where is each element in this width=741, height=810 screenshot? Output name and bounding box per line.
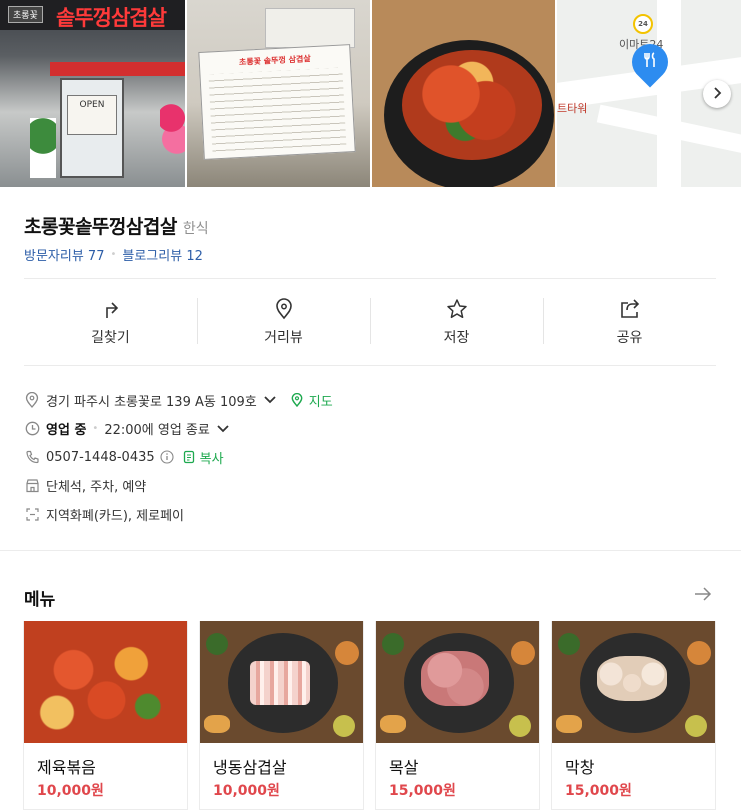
address-row: 경기 파주시 초롱꽃로 139 A동 109호 지도 [24, 386, 716, 415]
menu-card[interactable]: 제육볶음 10,000원 [23, 621, 188, 810]
menu-name: 막창 [565, 758, 595, 777]
menu-card[interactable]: 냉동삼겹살 10,000원 [199, 621, 364, 810]
address-text: 경기 파주시 초롱꽃로 139 A동 109호 [46, 394, 257, 410]
menu-card[interactable]: 막창 15,000원 [551, 621, 716, 810]
menu-price: 15,000원 [389, 783, 456, 799]
payment-row: 지역화폐(카드), 제로페이 [24, 500, 716, 529]
menu-name: 목살 [389, 758, 419, 777]
directions-icon [24, 298, 197, 322]
save-label: 저장 [443, 330, 470, 346]
info-circle-icon[interactable] [159, 449, 175, 465]
menu-name: 제육볶음 [37, 758, 96, 777]
payment-icon [24, 506, 40, 522]
photo-menu-board[interactable]: 초롱꽃 솥뚜껑 삼겹살 [187, 0, 370, 187]
map-pin-green-icon [289, 392, 305, 408]
place-info: 경기 파주시 초롱꽃로 139 A동 109호 지도 영업 중 • 22:00에… [24, 386, 716, 529]
photo-storefront[interactable]: 초롱꽃 솥뚜껑삼겹살 OPEN [0, 0, 185, 187]
save-button[interactable]: 저장 [370, 296, 543, 348]
map-thumbnail[interactable]: 24 이마트24 트타워 [557, 0, 741, 187]
street-view-label: 거리뷰 [264, 330, 303, 346]
restaurant-icon [641, 52, 661, 72]
next-photo-button[interactable] [703, 80, 731, 108]
air-conditioner-image [265, 8, 355, 48]
plant-image [30, 118, 56, 178]
divider [24, 365, 716, 366]
awning [50, 62, 185, 76]
phone-row: 0507-1448-0435 복사 [24, 443, 716, 472]
separator-dot: • [110, 249, 117, 260]
menu-board-title: 초롱꽃 솥뚜껑 삼겹살 [238, 54, 311, 67]
menu-photo-jeyuk [24, 621, 187, 743]
phone-icon [24, 449, 40, 465]
share-label: 공유 [616, 330, 643, 346]
hours-row: 영업 중 • 22:00에 영업 종료 [24, 415, 716, 444]
menu-photo-makchang [552, 621, 715, 743]
facilities-row: 단체석, 주차, 예약 [24, 472, 716, 501]
flower-wreath-image [160, 90, 185, 160]
sign-text: 솥뚜껑삼겹살 [56, 6, 167, 30]
food-image [402, 50, 542, 160]
payment-text: 지역화폐(카드), 제로페이 [46, 508, 185, 524]
map-link[interactable]: 지도 [309, 391, 333, 410]
store-icon [24, 478, 40, 494]
copy-icon [181, 449, 197, 465]
street-view-button[interactable]: 거리뷰 [197, 296, 370, 348]
menu-card[interactable]: 목살 15,000원 [375, 621, 540, 810]
photo-strip: 초롱꽃 솥뚜껑삼겹살 OPEN 초롱꽃 솥뚜껑 삼겹살 24 이마트24 트타워 [0, 0, 741, 187]
directions-button[interactable]: 길찾기 [24, 296, 197, 348]
menu-photo-samgyup [200, 621, 363, 743]
menu-board-image: 초롱꽃 솥뚜껑 삼겹살 [198, 44, 356, 160]
share-icon [543, 298, 716, 322]
phone-number[interactable]: 0507-1448-0435 [46, 450, 155, 465]
convenience-store-icon: 24 [633, 14, 653, 34]
sign-small-label: 초롱꽃 [8, 6, 43, 23]
divider [24, 278, 716, 279]
chevron-down-icon[interactable] [263, 395, 277, 405]
map-tower-label: 트타워 [557, 102, 588, 115]
copy-button[interactable]: 복사 [200, 448, 224, 467]
menu-price: 10,000원 [37, 783, 104, 799]
blog-review-link[interactable]: 블로그리뷰 12 [122, 245, 202, 264]
street-view-icon [197, 298, 370, 322]
menu-photo-moksal [376, 621, 539, 743]
section-divider [0, 550, 741, 551]
directions-label: 길찾기 [91, 330, 130, 346]
facilities-text: 단체석, 주차, 예약 [46, 480, 147, 496]
visitor-review-link[interactable]: 방문자리뷰 77 [24, 245, 104, 264]
menu-price: 15,000원 [565, 783, 632, 799]
photo-food[interactable] [372, 0, 555, 187]
place-name: 초롱꽃솥뚜껑삼겹살 [24, 216, 177, 238]
clock-icon [24, 421, 40, 437]
menu-price: 10,000원 [213, 783, 280, 799]
open-sign: OPEN [67, 95, 117, 135]
closing-time: 22:00에 영업 종료 [104, 423, 210, 439]
menu-name: 냉동삼겹살 [213, 758, 287, 777]
review-counts: 방문자리뷰 77 • 블로그리뷰 12 [24, 245, 203, 264]
menu-list: 제육볶음 10,000원 냉동삼겹살 10,000원 목살 15,000원 막창… [23, 621, 716, 810]
star-icon [370, 298, 543, 322]
place-category: 한식 [182, 221, 209, 237]
separator-dot: • [92, 423, 99, 435]
share-button[interactable]: 공유 [543, 296, 716, 348]
arrow-right-icon[interactable] [694, 585, 712, 606]
location-pin-icon [24, 392, 40, 409]
place-header: 초롱꽃솥뚜껑삼겹살 한식 [24, 212, 209, 239]
chevron-down-icon[interactable] [216, 424, 230, 434]
menu-heading: 메뉴 [24, 590, 56, 610]
open-status: 영업 중 [46, 423, 87, 439]
action-bar: 길찾기 거리뷰 저장 공유 [24, 296, 716, 348]
